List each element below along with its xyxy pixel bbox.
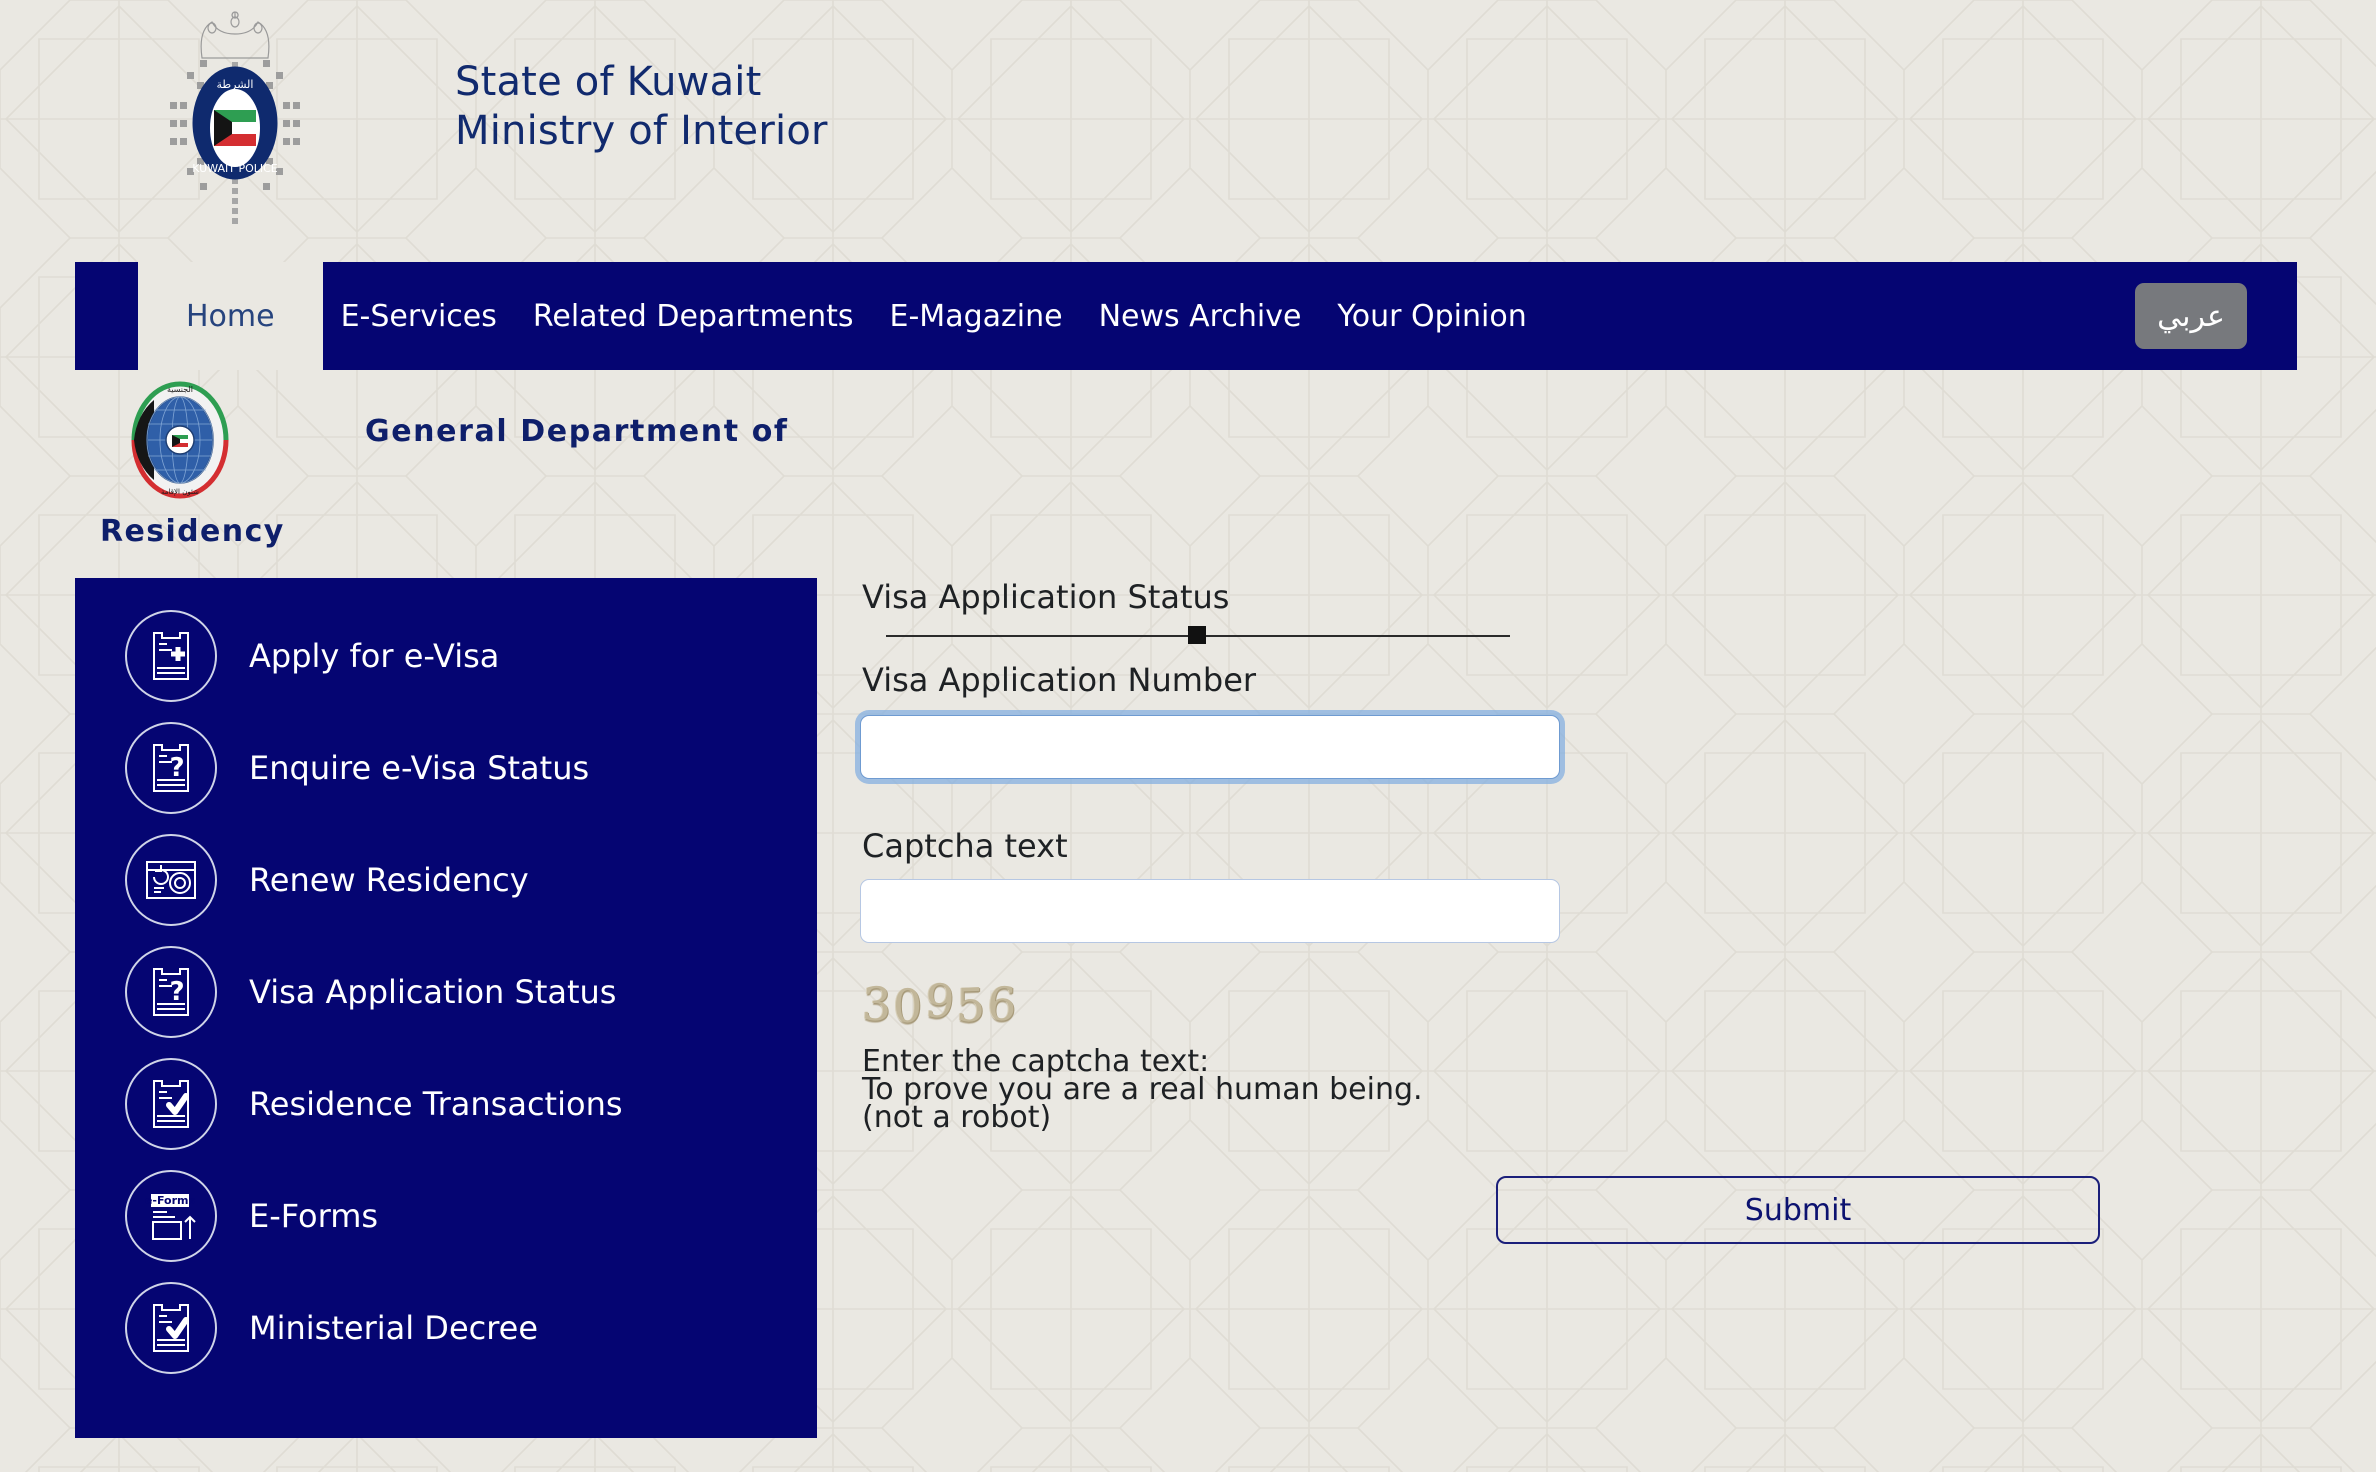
nav-item-your-opinion[interactable]: Your Opinion — [1319, 262, 1544, 370]
svg-text:?: ? — [169, 753, 184, 783]
department-title-line-2: Residency — [100, 514, 285, 549]
sidebar-item-label: Visa Application Status — [249, 973, 617, 1011]
page-root: الشرطة KUWAIT POLICE State of Kuwait Min… — [0, 0, 2376, 1472]
svg-text:الجنسية: الجنسية — [167, 385, 193, 394]
services-sidebar: Apply for e-Visa ? Enquire e-Visa Status — [75, 578, 817, 1438]
header-title-line-2: Ministry of Interior — [455, 107, 828, 154]
submit-button-label: Submit — [1744, 1192, 1852, 1228]
page-title: State of Kuwait Ministry of Interior — [455, 58, 828, 156]
document-question-icon: ? — [125, 722, 217, 814]
site-header: الشرطة KUWAIT POLICE State of Kuwait Min… — [0, 0, 2376, 260]
residency-department-emblem-icon: الجنسية شئون الإقامة — [131, 381, 229, 499]
kuwait-police-crest-icon: الشرطة KUWAIT POLICE — [170, 11, 300, 224]
sidebar-item-e-forms[interactable]: e-Forms E-Forms — [75, 1160, 817, 1272]
nav-item-news-archive-label: News Archive — [1098, 298, 1302, 334]
sidebar-item-enquire-e-visa-status[interactable]: ? Enquire e-Visa Status — [75, 712, 817, 824]
nav-item-e-magazine[interactable]: E-Magazine — [872, 262, 1081, 370]
department-title-line-1: General Department of — [365, 414, 789, 449]
submit-button[interactable]: Submit — [1496, 1176, 2100, 1244]
nav-item-related-departments[interactable]: Related Departments — [515, 262, 872, 370]
captcha-image: 30956 — [861, 973, 1020, 1034]
header-title-line-1: State of Kuwait — [455, 59, 762, 105]
language-toggle-label: عربي — [2157, 298, 2225, 334]
document-question-icon: ? — [125, 946, 217, 1038]
nav-item-home[interactable]: Home — [138, 262, 323, 370]
sidebar-item-label: Residence Transactions — [249, 1085, 623, 1123]
sidebar-item-label: Enquire e-Visa Status — [249, 749, 590, 787]
nav-item-news-archive[interactable]: News Archive — [1081, 262, 1320, 370]
form-heading: Visa Application Status — [862, 578, 1230, 616]
language-toggle-button[interactable]: عربي — [2135, 283, 2247, 349]
svg-text:الشرطة: الشرطة — [217, 78, 254, 91]
nav-item-your-opinion-label: Your Opinion — [1337, 298, 1527, 334]
visa-status-form: Visa Application Status Visa Application… — [848, 578, 2278, 1438]
sidebar-item-label: E-Forms — [249, 1197, 379, 1235]
captcha-input[interactable] — [860, 879, 1560, 943]
nav-item-e-services-label: E-Services — [340, 298, 497, 334]
document-check-icon — [125, 1282, 217, 1374]
department-header: الجنسية شئون الإقامة General Department … — [75, 372, 2297, 576]
sidebar-item-label: Ministerial Decree — [249, 1309, 539, 1347]
visa-number-input[interactable] — [860, 715, 1560, 779]
document-plus-icon — [125, 610, 217, 702]
nav-item-e-magazine-label: E-Magazine — [889, 298, 1063, 334]
captcha-label: Captcha text — [862, 827, 1068, 865]
sidebar-item-visa-application-status[interactable]: ? Visa Application Status — [75, 936, 817, 1048]
sidebar-item-ministerial-decree[interactable]: Ministerial Decree — [75, 1272, 817, 1384]
main-navigation: Home E-Services Related Departments E-Ma… — [75, 262, 2297, 370]
nav-leading-spacer — [75, 262, 138, 370]
svg-text:شئون الإقامة: شئون الإقامة — [161, 488, 199, 496]
document-check-icon — [125, 1058, 217, 1150]
sidebar-item-label: Apply for e-Visa — [249, 637, 500, 675]
visa-number-label: Visa Application Number — [862, 661, 1257, 699]
sidebar-item-residence-transactions[interactable]: Residence Transactions — [75, 1048, 817, 1160]
sidebar-item-apply-for-e-visa[interactable]: Apply for e-Visa — [75, 600, 817, 712]
nav-item-home-label: Home — [186, 298, 275, 334]
residency-card-refresh-icon — [125, 834, 217, 926]
nav-gap — [1545, 262, 2135, 370]
e-forms-upload-icon: e-Forms — [125, 1170, 217, 1262]
svg-text:?: ? — [169, 977, 184, 1007]
heading-divider-marker[interactable] — [1188, 626, 1206, 644]
svg-text:KUWAIT POLICE: KUWAIT POLICE — [192, 162, 278, 175]
svg-text:e-Forms: e-Forms — [145, 1194, 196, 1207]
nav-item-e-services[interactable]: E-Services — [323, 262, 515, 370]
sidebar-item-label: Renew Residency — [249, 861, 529, 899]
sidebar-item-renew-residency[interactable]: Renew Residency — [75, 824, 817, 936]
nav-item-related-departments-label: Related Departments — [532, 298, 854, 334]
captcha-note-line-3: (not a robot) — [862, 1100, 1052, 1135]
